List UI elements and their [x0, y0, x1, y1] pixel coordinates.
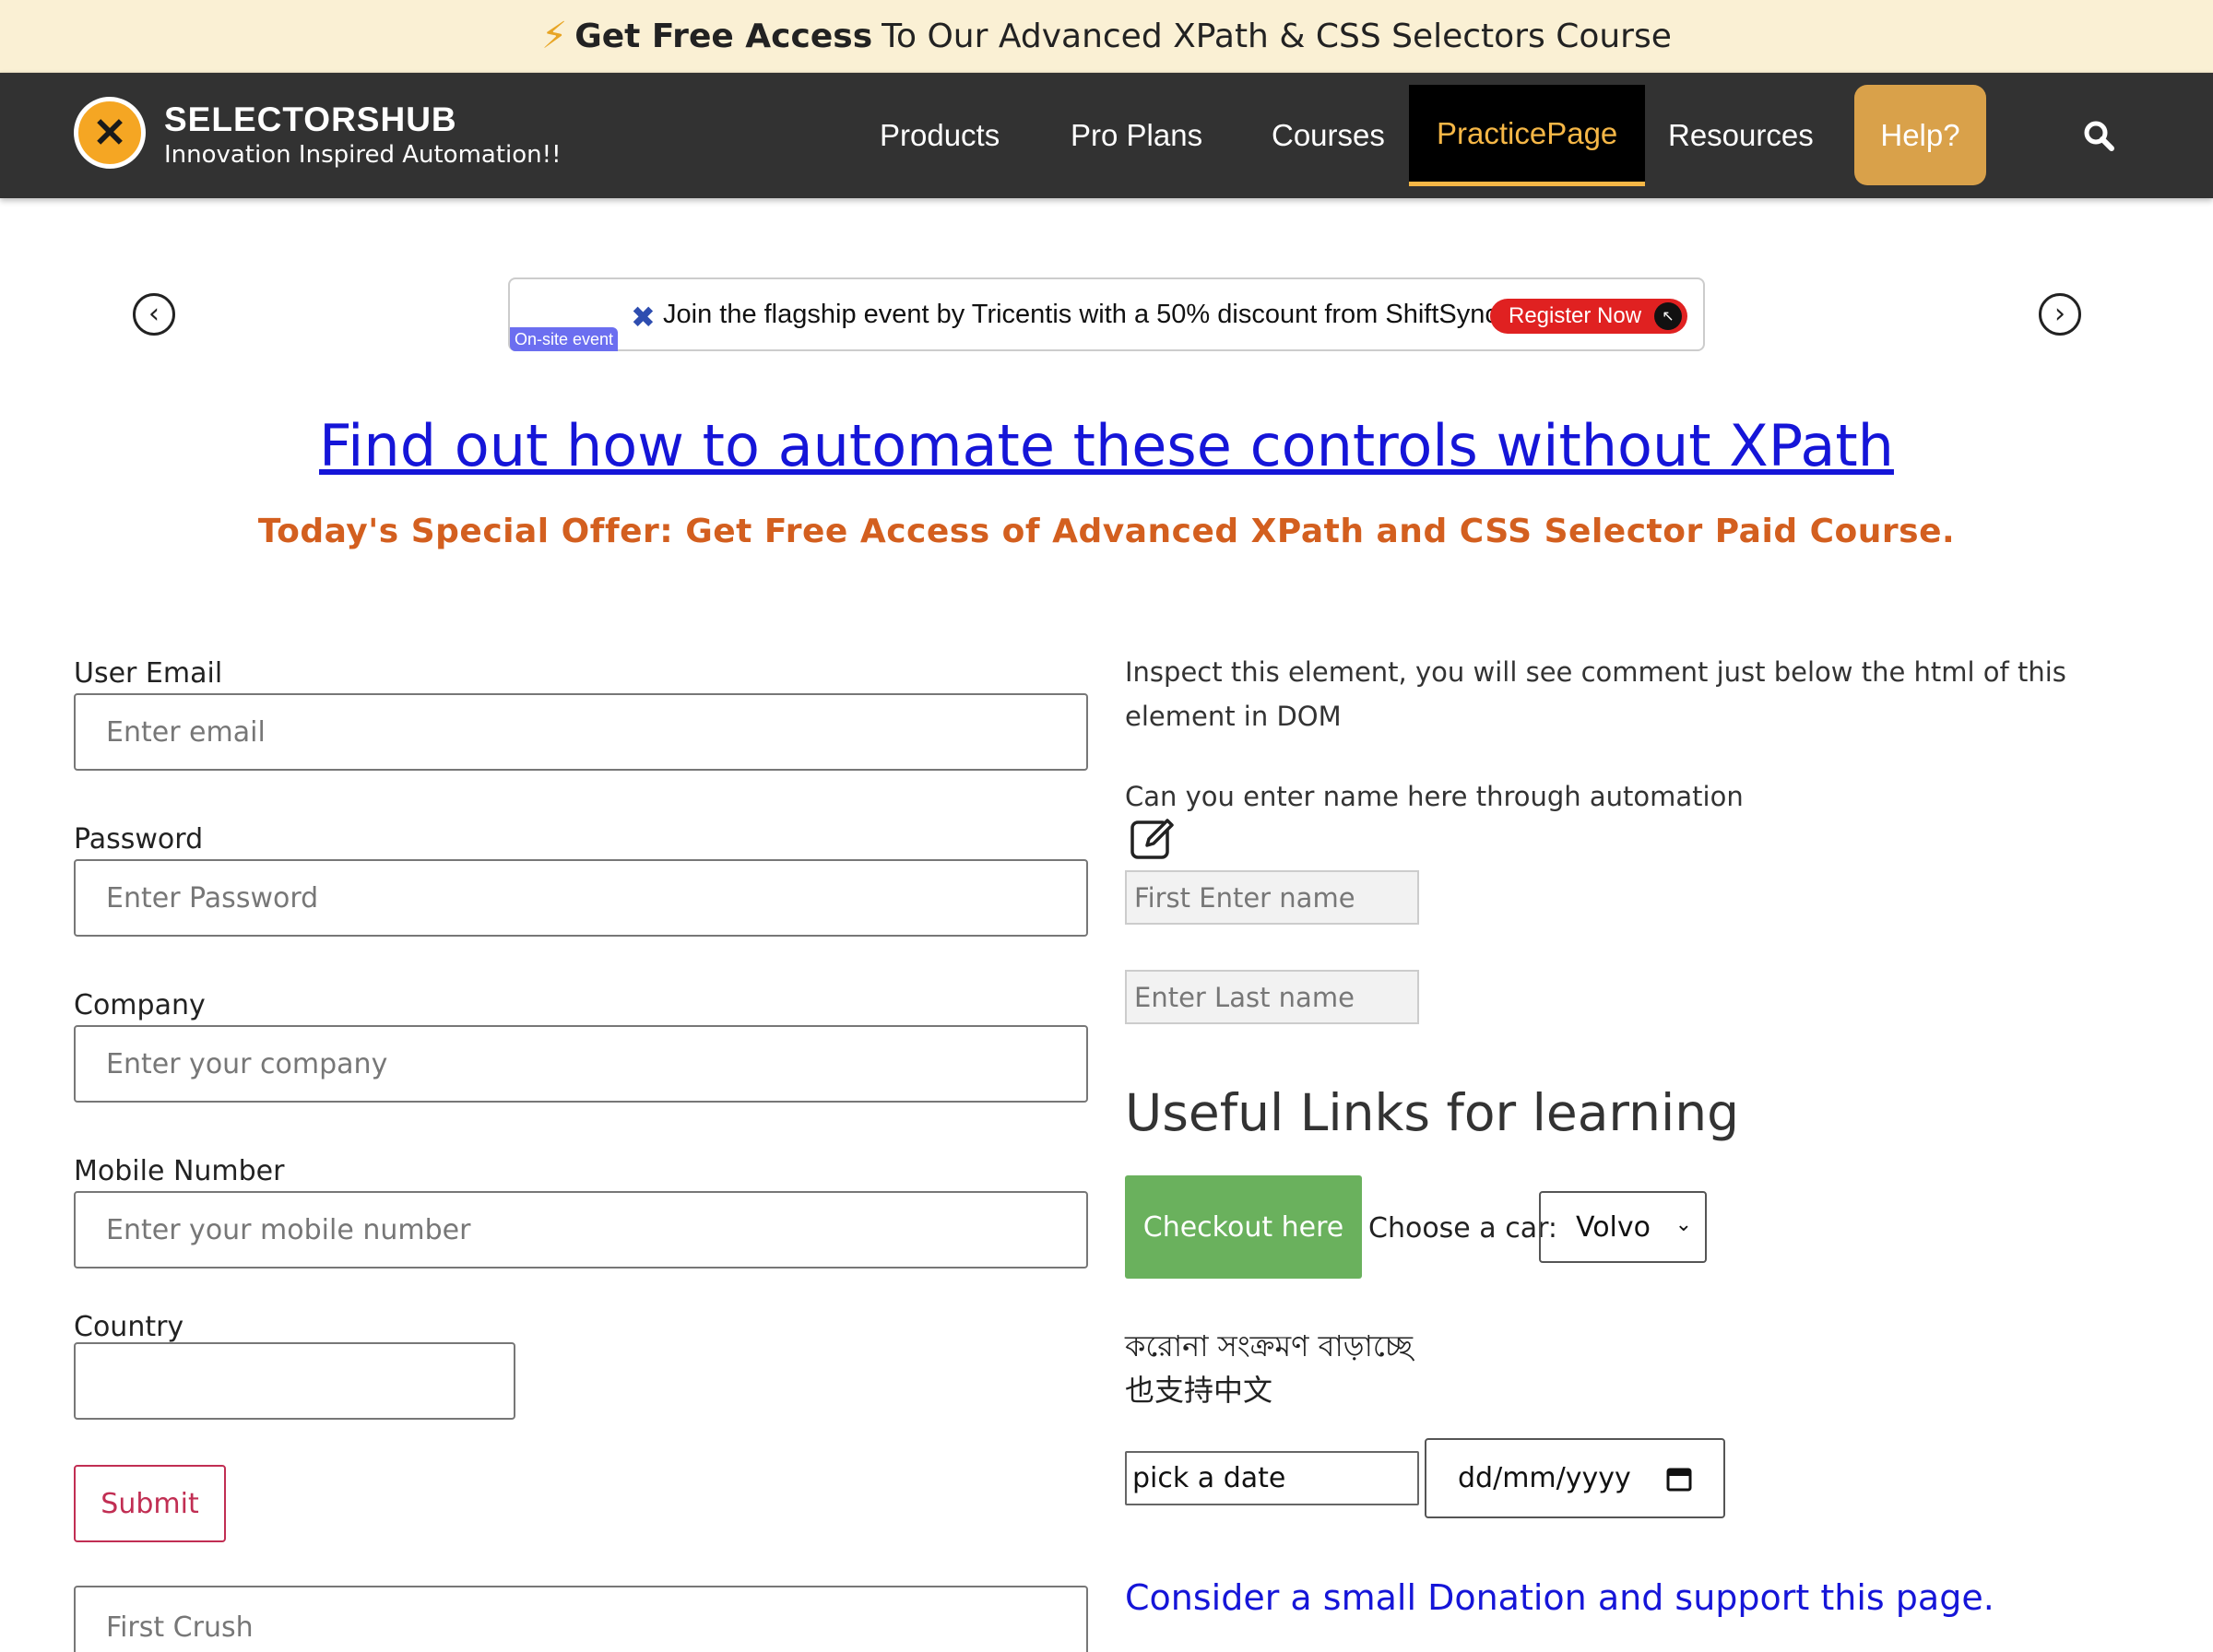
- carousel-prev-icon[interactable]: ‹: [133, 293, 175, 336]
- bengali-text: করোনা সংক্রমণ বাড়াচ্ছে: [1125, 1328, 1414, 1363]
- logo-icon[interactable]: ✕: [74, 97, 146, 169]
- nav-products[interactable]: Products: [880, 85, 1000, 186]
- promo-banner[interactable]: ⚡ Get Free Access To Our Advanced XPath …: [0, 0, 2213, 73]
- company-label: Company: [74, 989, 206, 1021]
- register-label: Register Now: [1509, 303, 1642, 328]
- checkout-button[interactable]: Checkout here: [1125, 1175, 1362, 1279]
- submit-button[interactable]: Submit: [74, 1465, 226, 1542]
- onsite-badge: On-site event: [510, 327, 619, 351]
- first-name-field[interactable]: First Enter name: [1125, 870, 1419, 925]
- email-label: User Email: [74, 657, 223, 690]
- headline-link[interactable]: Find out how to automate these controls …: [0, 412, 2213, 479]
- ad-banner[interactable]: ✖ Join the flagship event by Tricentis w…: [508, 277, 1705, 351]
- country-label: Country: [74, 1311, 184, 1343]
- main-nav: ✕ SELECTORSHUB Innovation Inspired Autom…: [0, 73, 2213, 198]
- logo-x-icon: ✕: [92, 110, 127, 156]
- date-field[interactable]: dd/mm/yyyy: [1425, 1438, 1725, 1518]
- ad-text: Join the flagship event by Tricentis wit…: [663, 300, 1498, 329]
- carousel-next-icon[interactable]: ›: [2039, 293, 2081, 336]
- help-button[interactable]: Help?: [1854, 85, 1986, 185]
- last-name-field[interactable]: Enter Last name: [1125, 970, 1419, 1024]
- useful-links-heading: Useful Links for learning: [1125, 1083, 1739, 1142]
- cursor-icon: ↖: [1654, 302, 1682, 330]
- tricentis-icon: ✖: [631, 300, 656, 335]
- donation-link[interactable]: Consider a small Donation and support th…: [1125, 1577, 1994, 1618]
- nav-resources[interactable]: Resources: [1668, 85, 1814, 186]
- company-field[interactable]: Enter your company: [74, 1025, 1088, 1103]
- car-select-value: Volvo: [1576, 1210, 1651, 1244]
- promo-text: To Our Advanced XPath & CSS Selectors Co…: [882, 17, 1672, 55]
- edit-icon[interactable]: [1129, 815, 1177, 863]
- date-placeholder: dd/mm/yyyy: [1458, 1462, 1631, 1494]
- special-offer: Today's Special Offer: Get Free Access o…: [257, 513, 1956, 550]
- brand-name: SELECTORSHUB: [164, 100, 457, 138]
- nav-practice-page[interactable]: PracticePage: [1409, 85, 1646, 186]
- chevron-down-icon: ⌄: [1675, 1213, 1692, 1236]
- car-label: Choose a car:: [1368, 1212, 1558, 1245]
- search-icon[interactable]: [2082, 119, 2115, 152]
- lightning-icon: ⚡: [541, 15, 568, 57]
- enter-name-text: Can you enter name here through automati…: [1125, 781, 1744, 812]
- country-field[interactable]: [74, 1342, 515, 1420]
- nav-pro-plans[interactable]: Pro Plans: [1071, 85, 1202, 186]
- mobile-field[interactable]: Enter your mobile number: [74, 1191, 1088, 1268]
- mobile-label: Mobile Number: [74, 1155, 285, 1187]
- register-now-button[interactable]: Register Now ↖: [1490, 299, 1687, 334]
- brand-tagline: Innovation Inspired Automation!!: [164, 141, 562, 169]
- chinese-text: 也支持中文: [1125, 1373, 1273, 1408]
- first-crush-field[interactable]: First Crush: [74, 1586, 1088, 1652]
- inspect-text: Inspect this element, you will see comme…: [1125, 656, 2066, 732]
- password-field[interactable]: Enter Password: [74, 859, 1088, 937]
- password-label: Password: [74, 823, 204, 856]
- calendar-icon[interactable]: [1666, 1466, 1692, 1492]
- pick-date-field[interactable]: pick a date: [1125, 1451, 1419, 1505]
- nav-courses[interactable]: Courses: [1272, 85, 1385, 186]
- brand[interactable]: SELECTORSHUB Innovation Inspired Automat…: [164, 100, 562, 169]
- email-field[interactable]: Enter email: [74, 693, 1088, 771]
- car-select[interactable]: Volvo ⌄: [1539, 1191, 1707, 1263]
- promo-strong: Get Free Access: [574, 17, 873, 55]
